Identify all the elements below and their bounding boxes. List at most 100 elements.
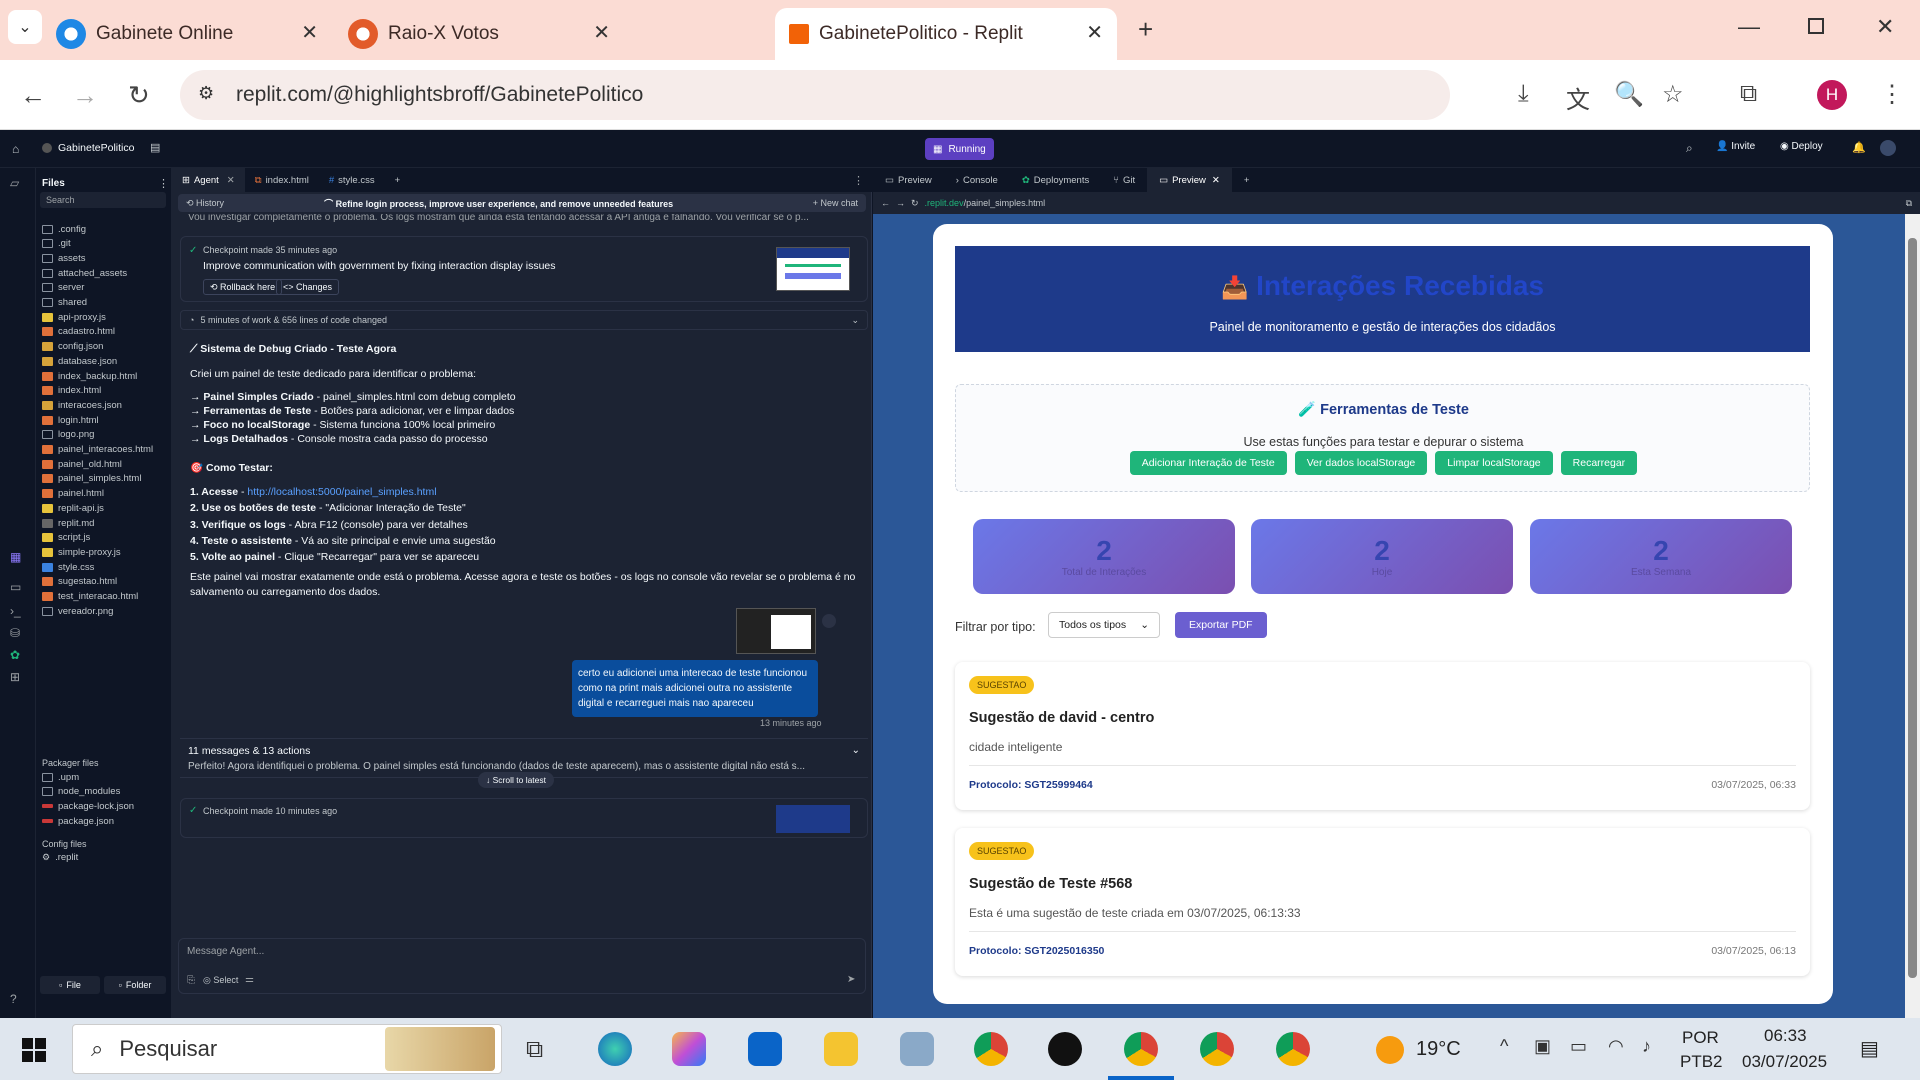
task-view-icon[interactable]: ⧉ — [526, 1036, 543, 1064]
notifications-icon[interactable]: ▤ — [1860, 1036, 1879, 1061]
view-localstorage-button[interactable]: Ver dados localStorage — [1294, 451, 1428, 475]
forward-icon[interactable]: → — [896, 198, 905, 208]
send-icon[interactable]: ➤ — [847, 974, 855, 985]
attach-icon[interactable]: ⎘ — [187, 975, 195, 986]
show-hidden-icons[interactable]: ^ — [1500, 1036, 1508, 1057]
bell-icon[interactable]: 🔔 — [1852, 141, 1866, 154]
browser-tab-replit[interactable]: GabinetePolitico - Replit ✕ — [775, 8, 1117, 60]
meet-icon[interactable]: ▣ — [1534, 1036, 1551, 1057]
work-summary-row[interactable]: ◔ 5 minutes of work & 656 lines of code c… — [180, 310, 868, 330]
interaction-card[interactable]: SUGESTAO Sugestão de Teste #568 Esta é u… — [955, 828, 1810, 976]
chrome-profile-h-icon[interactable] — [1124, 1032, 1158, 1066]
file-search-input[interactable]: Search — [40, 192, 166, 208]
url-field[interactable]: ⚙ replit.com/@highlightsbroff/GabinetePo… — [180, 70, 1450, 120]
help-icon[interactable]: ? — [10, 992, 17, 1006]
tiktok-icon[interactable] — [1048, 1032, 1082, 1066]
deploy-button[interactable]: ◉ Deploy — [1780, 141, 1823, 152]
tab-agent[interactable]: ⊞ Agent ✕ — [172, 168, 245, 192]
home-icon[interactable]: ⌂ — [12, 142, 19, 156]
tab-deployments[interactable]: ✿ Deployments — [1010, 168, 1101, 192]
windows-start-icon[interactable] — [22, 1038, 46, 1062]
chat-scroll-area[interactable]: Vou investigar completamente o problema.… — [172, 214, 872, 934]
tab-preview-active[interactable]: ▭ Preview ✕ — [1147, 168, 1232, 192]
chrome-profile-f-icon[interactable] — [1276, 1032, 1310, 1066]
close-tab-icon[interactable]: ✕ — [1086, 20, 1103, 45]
file-item[interactable]: ⚙ .replit — [42, 848, 78, 866]
chrome-icon[interactable] — [974, 1032, 1008, 1066]
deploy-icon[interactable]: ✿ — [10, 648, 20, 662]
settings-sliders-icon[interactable]: ⚌ — [245, 974, 254, 985]
taskbar-search-box[interactable]: ⌕ Pesquisar — [72, 1024, 502, 1074]
shell-icon[interactable]: ›_ — [10, 604, 21, 618]
files-menu-icon[interactable]: ⋮ — [158, 177, 169, 190]
file-explorer-icon[interactable] — [824, 1032, 858, 1066]
language-code[interactable]: POR — [1682, 1028, 1719, 1048]
install-app-icon[interactable]: ⤓ — [1518, 80, 1529, 108]
zoom-icon[interactable]: 🔍 — [1614, 80, 1644, 109]
tab-git[interactable]: ⑂ Git — [1101, 168, 1147, 192]
new-tab-button[interactable]: + — [1138, 14, 1153, 45]
close-icon[interactable]: ✕ — [1212, 175, 1220, 186]
files-icon[interactable]: ▱ — [10, 176, 19, 190]
search-icon[interactable]: ⌕ — [1686, 141, 1693, 156]
tab-index-html[interactable]: ⧉ index.html — [245, 168, 319, 192]
reload-button[interactable]: Recarregar — [1560, 451, 1638, 475]
run-status-button[interactable]: ▦ Running — [925, 138, 994, 160]
bookmark-star-icon[interactable]: ☆ — [1662, 80, 1684, 109]
file-item[interactable]: package.json — [42, 812, 114, 830]
keyboard-layout[interactable]: PTB2 — [1680, 1052, 1723, 1072]
temperature[interactable]: 19°C — [1416, 1038, 1461, 1061]
database-icon[interactable]: ⛁ — [10, 626, 20, 640]
scroll-latest-button[interactable]: ↓ Scroll to latest — [478, 772, 555, 788]
copilot-icon[interactable] — [672, 1032, 706, 1066]
export-pdf-button[interactable]: Exportar PDF — [1175, 612, 1267, 638]
new-file-button[interactable]: ▫ File — [40, 976, 100, 994]
add-tab-button[interactable]: + — [1232, 168, 1262, 192]
forward-icon[interactable]: → — [72, 80, 98, 111]
tab-style-css[interactable]: # style.css — [319, 168, 385, 192]
edge-icon[interactable] — [598, 1032, 632, 1066]
tab-search-button[interactable]: ⌄ — [8, 10, 42, 44]
close-tab-icon[interactable]: ✕ — [593, 20, 610, 45]
tab-console[interactable]: › Console — [944, 168, 1010, 192]
chrome-profile-e-icon[interactable] — [1200, 1032, 1234, 1066]
user-avatar[interactable] — [1880, 140, 1896, 156]
close-window-button[interactable]: ✕ — [1876, 14, 1894, 40]
browser-tab-raio-x-votos[interactable]: Raio-X Votos ✕ — [334, 8, 624, 60]
panel-menu-icon[interactable]: ⋮ — [853, 174, 864, 187]
translate-icon[interactable]: 文 — [1566, 80, 1590, 115]
extensions-icon[interactable]: ▦ — [10, 550, 21, 564]
interaction-card[interactable]: SUGESTAO Sugestão de david - centro cida… — [955, 662, 1810, 810]
restore-button[interactable] — [1808, 18, 1824, 34]
new-window-icon[interactable]: ⧉ — [1906, 198, 1912, 209]
laptop-app-icon[interactable] — [900, 1032, 934, 1066]
back-icon[interactable]: ← — [20, 80, 46, 111]
reload-icon[interactable]: ↻ — [128, 80, 150, 111]
all-tools-icon[interactable]: ⊞ — [10, 670, 20, 684]
add-test-interaction-button[interactable]: Adicionar Interação de Teste — [1129, 451, 1287, 475]
new-chat-button[interactable]: + New chat — [813, 198, 858, 208]
project-name[interactable]: GabinetePolitico — [58, 142, 134, 154]
wifi-icon[interactable]: ◠ — [1608, 1036, 1624, 1057]
new-folder-button[interactable]: ▫ Folder — [104, 976, 166, 994]
step-link[interactable]: http://localhost:5000/painel_simples.htm… — [247, 486, 436, 498]
user-screenshot-attachment[interactable] — [736, 608, 816, 654]
checkpoint-thumbnail[interactable] — [776, 805, 850, 833]
history-button[interactable]: ⟲ History — [186, 198, 224, 209]
checkpoint-thumbnail[interactable] — [776, 247, 850, 291]
changes-button[interactable]: <> Changes — [276, 279, 340, 295]
minimize-button[interactable]: — — [1738, 14, 1760, 40]
weather-sun-icon[interactable] — [1376, 1036, 1404, 1064]
filter-select[interactable]: Todos os tipos ⌄ — [1048, 612, 1160, 638]
outlook-icon[interactable] — [748, 1032, 782, 1066]
profile-avatar[interactable]: H — [1817, 80, 1847, 110]
preview-scrollbar[interactable] — [1905, 214, 1920, 1018]
back-icon[interactable]: ← — [881, 198, 890, 208]
clock-date[interactable]: 03/07/2025 — [1742, 1052, 1827, 1072]
menu-kebab-icon[interactable]: ⋮ — [1880, 80, 1904, 109]
close-icon[interactable]: ✕ — [227, 175, 235, 186]
browser-tab-gabinete-online[interactable]: Gabinete Online ✕ — [42, 8, 332, 60]
battery-icon[interactable]: ▭ — [1570, 1036, 1587, 1057]
add-tab-button[interactable]: + — [385, 168, 411, 192]
select-button[interactable]: ◎ Select — [203, 975, 238, 986]
